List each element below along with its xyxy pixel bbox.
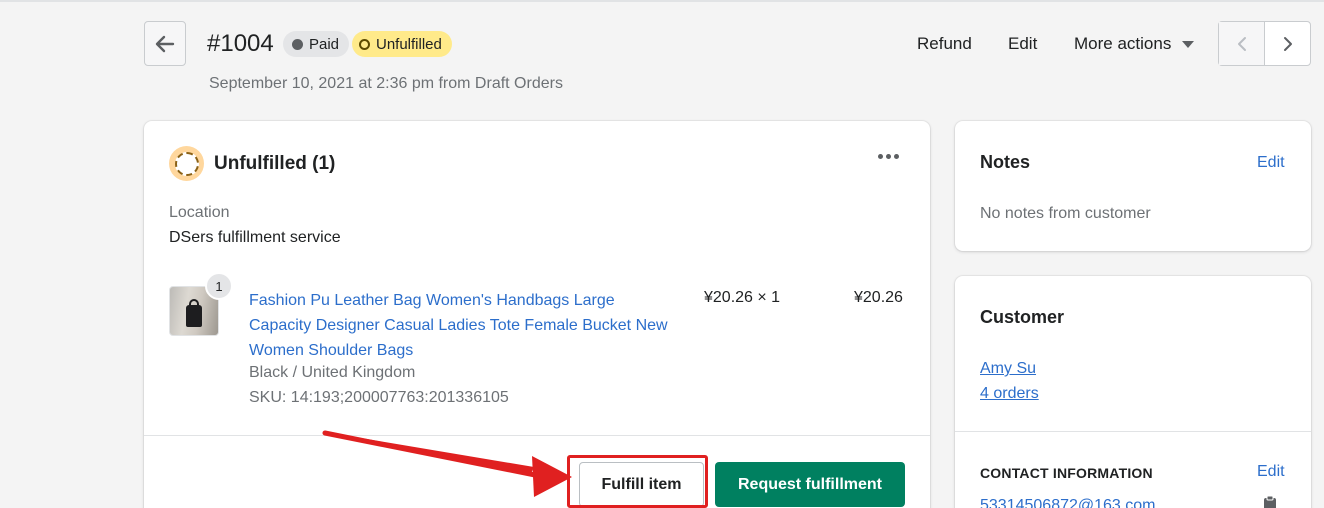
edit-order-button[interactable]: Edit [1008, 34, 1037, 54]
customer-divider [955, 431, 1311, 432]
annotation-highlight-box [567, 455, 708, 508]
order-date-source: September 10, 2021 at 2:36 pm from Draft… [209, 75, 563, 92]
previous-order-button[interactable] [1219, 22, 1264, 65]
customer-orders-link[interactable]: 4 orders [980, 385, 1039, 403]
product-title-link[interactable]: Fashion Pu Leather Bag Women's Handbags … [249, 288, 669, 363]
unfulfilled-badge: Unfulfilled [352, 31, 452, 57]
customer-title: Customer [980, 307, 1065, 327]
contact-email-link[interactable]: 53314506872@163.com [980, 497, 1156, 508]
clipboard-icon[interactable] [1262, 495, 1278, 508]
top-border [0, 0, 1324, 2]
customer-card: Customer Amy Su 4 orders CONTACT INFORMA… [955, 276, 1311, 508]
contact-information-title: CONTACT INFORMATION [980, 465, 1153, 481]
location-value: DSers fulfillment service [169, 229, 341, 246]
paid-badge-label: Paid [309, 35, 340, 53]
next-order-button[interactable] [1264, 22, 1310, 65]
card-divider [144, 435, 930, 436]
unfulfilled-title: Unfulfilled (1) [214, 153, 336, 174]
notes-empty-text: No notes from customer [980, 205, 1151, 222]
product-sku: SKU: 14:193;200007763:201336105 [249, 389, 509, 406]
refund-button[interactable]: Refund [917, 34, 972, 54]
notes-card: Notes Edit No notes from customer [955, 121, 1311, 251]
order-pager [1218, 21, 1311, 66]
notes-title: Notes [980, 152, 1031, 172]
more-actions-label: More actions [1074, 34, 1172, 53]
caret-down-icon [1182, 40, 1195, 48]
quantity-badge: 1 [205, 272, 233, 300]
back-button[interactable] [144, 21, 186, 66]
chevron-left-icon [1237, 36, 1246, 51]
unfulfilled-badge-label: Unfulfilled [376, 35, 442, 53]
contact-edit-link[interactable]: Edit [1257, 463, 1285, 481]
product-variant: Black / United Kingdom [249, 364, 416, 381]
notes-edit-link[interactable]: Edit [1257, 154, 1285, 172]
location-label: Location [169, 204, 230, 221]
product-price-quantity: ¥20.26 × 1 [704, 289, 781, 306]
unfulfilled-card: Unfulfilled (1) Location DSers fulfillme… [144, 121, 930, 508]
arrow-left-icon [155, 35, 175, 52]
order-number: #1004 [207, 30, 274, 57]
paid-badge: Paid [283, 31, 350, 57]
status-ring-icon [359, 38, 370, 50]
product-line-total: ¥20.26 [854, 289, 903, 306]
more-options-icon[interactable] [878, 154, 899, 159]
chevron-right-icon [1283, 36, 1292, 51]
customer-name-link[interactable]: Amy Su [980, 360, 1036, 378]
request-fulfillment-button[interactable]: Request fulfillment [715, 462, 905, 507]
unfulfilled-status-icon [169, 146, 204, 181]
more-actions-button[interactable]: More actions [1074, 34, 1195, 54]
status-dot-icon [292, 38, 303, 50]
